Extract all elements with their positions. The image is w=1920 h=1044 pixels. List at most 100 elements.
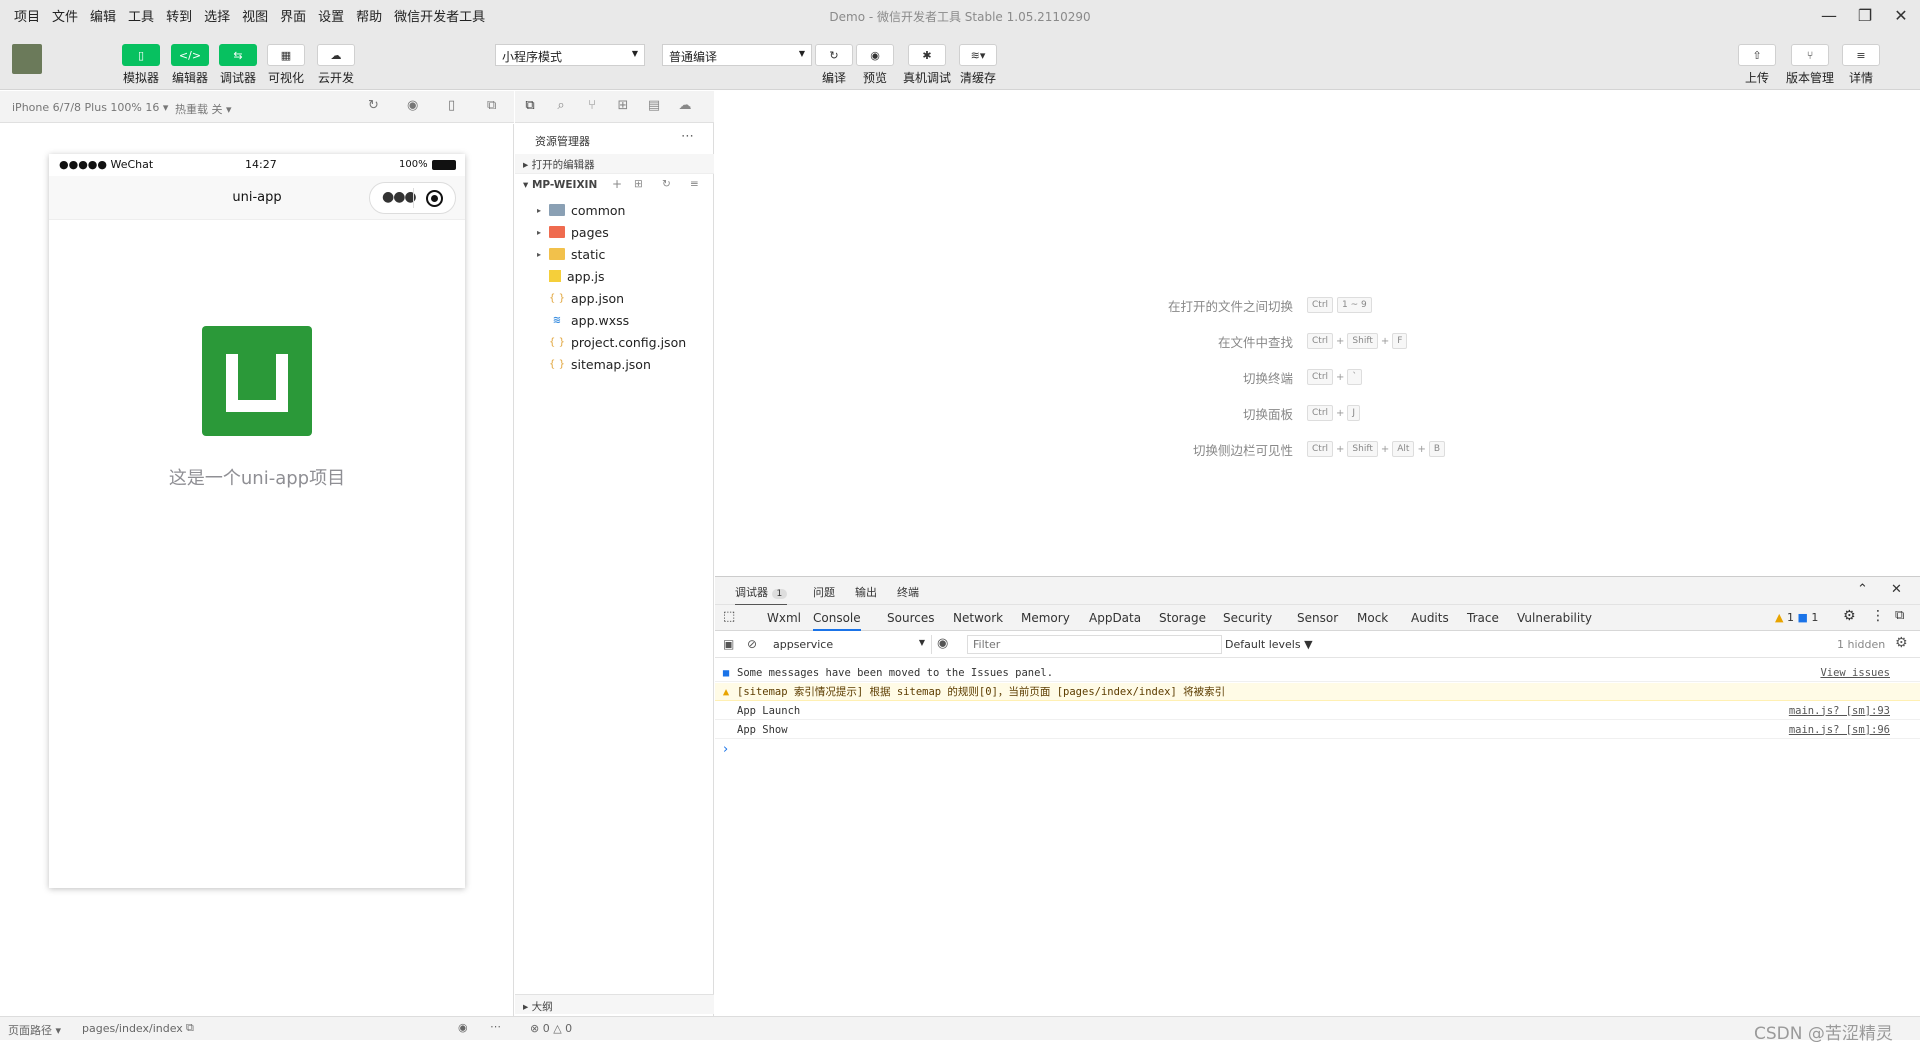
eye-icon[interactable]: ◉	[937, 636, 948, 651]
details-button[interactable]: ≡ 详情	[1837, 44, 1885, 86]
hint-toggle-terminal: 切换终端 Ctrl + `	[715, 367, 1920, 387]
page-path-select[interactable]: 页面路径 ▾	[8, 1022, 61, 1038]
record-icon[interactable]: ◉	[407, 98, 418, 113]
collapse-icon[interactable]: ≡	[690, 178, 699, 190]
tab-security[interactable]: Security	[1223, 611, 1272, 625]
tab-mock[interactable]: Mock	[1357, 611, 1388, 625]
menu-edit[interactable]: 编辑	[90, 6, 116, 25]
menu-project[interactable]: 项目	[14, 6, 40, 25]
device-select[interactable]: iPhone 6/7/8 Plus 100% 16 ▾	[12, 101, 168, 114]
close-window-button[interactable]: ✕	[1878, 0, 1920, 30]
close-target-icon[interactable]	[426, 190, 443, 207]
tab-network[interactable]: Network	[953, 611, 1003, 625]
device-icon[interactable]: ▯	[448, 98, 455, 113]
console-filter-input[interactable]	[967, 635, 1222, 654]
tree-item-sitemap[interactable]: { } sitemap.json	[515, 353, 714, 375]
source-link[interactable]: main.js? [sm]:96	[1789, 724, 1890, 736]
preview-button[interactable]: ◉ 预览	[851, 44, 899, 86]
problems-counter[interactable]: ⊗ 0 △ 0	[530, 1022, 572, 1035]
clear-cache-button[interactable]: ≋▾ 清缓存	[954, 44, 1002, 86]
tab-wxml[interactable]: Wxml	[767, 611, 801, 625]
menu-settings[interactable]: 设置	[318, 6, 344, 25]
editor-button[interactable]: </> 编辑器	[166, 44, 214, 86]
copy-icon[interactable]: ⧉	[186, 1021, 194, 1035]
hot-reload-select[interactable]: 热重载 关 ▾	[175, 101, 232, 117]
debugger-button[interactable]: ⇆ 调试器	[214, 44, 262, 86]
avatar[interactable]	[12, 44, 42, 74]
tree-item-pages[interactable]: ▸ pages	[515, 221, 714, 243]
new-folder-icon[interactable]: ⊞	[634, 178, 643, 190]
visual-button[interactable]: ▦ 可视化	[262, 44, 310, 86]
close-icon[interactable]: ✕	[1891, 582, 1902, 597]
tab-terminal[interactable]: 终端	[897, 584, 919, 600]
tab-console[interactable]: Console	[813, 611, 861, 631]
remote-debug-button[interactable]: ✱ 真机调试	[902, 44, 952, 86]
tree-item-app-js[interactable]: app.js	[515, 265, 714, 287]
menu-bar: 项目 文件 编辑 工具 转到 选择 视图 界面 设置 帮助 微信开发者工具 De…	[0, 0, 1920, 30]
menu-wechat-devtools[interactable]: 微信开发者工具	[394, 6, 485, 25]
storage-icon[interactable]: ▤	[645, 98, 663, 116]
menu-help[interactable]: 帮助	[356, 6, 382, 25]
rotate-icon[interactable]: ↻	[368, 98, 379, 113]
tree-item-common[interactable]: ▸ common	[515, 199, 714, 221]
tab-sources[interactable]: Sources	[887, 611, 934, 625]
menu-select[interactable]: 选择	[204, 6, 230, 25]
warning-count[interactable]: ▲ 1 ■ 1	[1775, 611, 1818, 624]
log-levels-select[interactable]: Default levels ▼	[1225, 638, 1313, 651]
tab-memory[interactable]: Memory	[1021, 611, 1070, 625]
cloud-icon[interactable]: ☁	[676, 98, 694, 116]
new-file-icon[interactable]: +	[612, 177, 622, 191]
menu-goto[interactable]: 转到	[166, 6, 192, 25]
search-icon[interactable]: ⌕	[552, 98, 570, 116]
version-button[interactable]: ⑂ 版本管理	[1783, 44, 1837, 86]
gear-icon[interactable]: ⚙	[1895, 635, 1908, 651]
tab-issues[interactable]: 问题	[813, 584, 835, 600]
source-link[interactable]: main.js? [sm]:93	[1789, 705, 1890, 717]
outline-section[interactable]: ▸ 大纲	[515, 994, 714, 1014]
menu-tools[interactable]: 工具	[128, 6, 154, 25]
tab-trace[interactable]: Trace	[1467, 611, 1499, 625]
more-icon[interactable]: ⋯	[490, 1020, 501, 1033]
tree-item-app-json[interactable]: { } app.json	[515, 287, 714, 309]
tree-item-project-config[interactable]: { } project.config.json	[515, 331, 714, 353]
mode-select[interactable]: 小程序模式 ▼	[495, 44, 645, 66]
simulator-button[interactable]: ▯ 模拟器	[117, 44, 165, 86]
more-icon[interactable]: ●●●	[382, 189, 417, 205]
popout-icon[interactable]: ⧉	[487, 98, 496, 113]
tab-audits[interactable]: Audits	[1411, 611, 1449, 625]
files-icon[interactable]: ⧉	[521, 98, 539, 116]
clear-console-icon[interactable]: ⊘	[747, 637, 757, 651]
menu-interface[interactable]: 界面	[280, 6, 306, 25]
eye-icon[interactable]: ◉	[458, 1021, 468, 1034]
context-select[interactable]: appservice ▼	[767, 635, 932, 654]
view-issues-link[interactable]: View issues	[1820, 667, 1890, 679]
tree-item-static[interactable]: ▸ static	[515, 243, 714, 265]
project-section[interactable]: ▾ MP-WEIXIN + ⊞ ↻ ≡	[515, 175, 714, 197]
sidebar-toggle-icon[interactable]: ▣	[723, 637, 734, 651]
tree-item-app-wxss[interactable]: ≋ app.wxss	[515, 309, 714, 331]
phone-screen[interactable]: ●●●●● WeChat 14:27 100% uni-app ●●● 这是一个…	[49, 154, 465, 888]
open-editors-section[interactable]: ▸ 打开的编辑器	[515, 154, 714, 174]
git-icon[interactable]: ⑂	[583, 98, 601, 116]
tab-debugger[interactable]: 调试器 1	[735, 584, 788, 606]
cloud-button[interactable]: ☁ 云开发	[312, 44, 360, 86]
chevron-up-icon[interactable]: ⌃	[1857, 582, 1868, 597]
tab-storage[interactable]: Storage	[1159, 611, 1206, 625]
more-options-icon[interactable]: ⋯	[681, 129, 694, 144]
kebab-icon[interactable]: ⋮	[1871, 608, 1885, 624]
tab-appdata[interactable]: AppData	[1089, 611, 1141, 625]
tab-sensor[interactable]: Sensor	[1297, 611, 1338, 625]
dock-icon[interactable]: ⧉	[1895, 608, 1904, 623]
tab-output[interactable]: 输出	[855, 584, 877, 600]
warning-count-value: 1	[1786, 611, 1794, 624]
compile-select[interactable]: 普通编译 ▼	[662, 44, 812, 66]
inspect-icon[interactable]: ⬚	[723, 609, 735, 624]
menu-file[interactable]: 文件	[52, 6, 78, 25]
extensions-icon[interactable]: ⊞	[614, 98, 632, 116]
console-prompt[interactable]: ›	[723, 742, 728, 757]
upload-button[interactable]: ⇧ 上传	[1733, 44, 1781, 86]
gear-icon[interactable]: ⚙	[1843, 608, 1856, 624]
refresh-icon[interactable]: ↻	[662, 178, 671, 190]
tab-vulnerability[interactable]: Vulnerability	[1517, 611, 1592, 625]
menu-view[interactable]: 视图	[242, 6, 268, 25]
